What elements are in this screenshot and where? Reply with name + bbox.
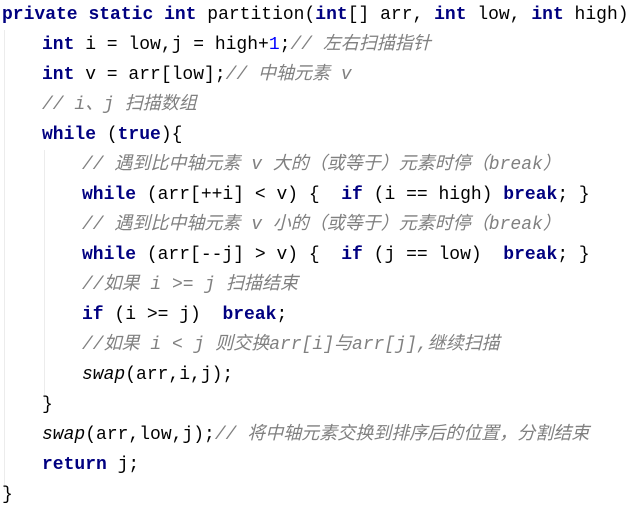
code-editor[interactable]: private static int partition(int[] arr, …: [0, 0, 627, 505]
keyword-token: break: [503, 185, 558, 205]
code-token: (arr,low,j);: [85, 425, 215, 445]
keyword-token: int: [164, 5, 197, 25]
comment-token: // i、j 扫描数组: [42, 95, 197, 115]
keyword-token: return: [42, 455, 107, 475]
code-token: ;: [276, 305, 288, 325]
code-token: (arr[--j] > v) {: [136, 245, 342, 265]
keyword-token: while: [42, 125, 97, 145]
code-token: i = low,j = high+: [74, 35, 269, 55]
keyword-token: int: [315, 5, 348, 25]
keyword-token: int: [434, 5, 467, 25]
method-call-token: swap: [42, 425, 86, 445]
comment-token: // 左右扫描指针: [290, 35, 431, 55]
indent-guide: [44, 150, 45, 400]
code-line[interactable]: //如果 i < j 则交换arr[i]与arr[j],继续扫描: [82, 330, 500, 360]
code-token: ){: [160, 125, 183, 145]
code-token: (i == high): [362, 185, 504, 205]
code-token: ; }: [557, 245, 590, 265]
code-token: high) {: [574, 5, 627, 25]
code-line[interactable]: // 遇到比中轴元素 v 大的（或等于）元素时停（break）: [82, 150, 561, 180]
code-line[interactable]: while (arr[++i] < v) { if (i == high) br…: [82, 180, 590, 210]
code-line[interactable]: while (true){: [42, 120, 182, 150]
code-token: [] arr,: [347, 5, 435, 25]
code-token: ;: [279, 35, 291, 55]
keyword-token: if: [82, 305, 104, 325]
keyword-token: int: [42, 35, 75, 55]
comment-token: //如果 i >= j 扫描结束: [82, 275, 299, 295]
comment-token: // 将中轴元素交换到排序后的位置，分割结束: [214, 425, 590, 445]
keyword-token: static: [88, 5, 154, 25]
comment-token: // 遇到比中轴元素 v 小的（或等于）元素时停（break）: [82, 215, 561, 235]
code-line[interactable]: // 遇到比中轴元素 v 小的（或等于）元素时停（break）: [82, 210, 561, 240]
code-line[interactable]: //如果 i >= j 扫描结束: [82, 270, 298, 300]
method-call-token: swap: [82, 365, 126, 385]
code-token: (: [96, 125, 118, 145]
code-token: (arr,i,j);: [125, 365, 234, 385]
code-token: (arr[++i] < v) {: [136, 185, 342, 205]
keyword-token: break: [222, 305, 277, 325]
keyword-token: while: [82, 185, 137, 205]
code-line[interactable]: // i、j 扫描数组: [42, 90, 197, 120]
code-line[interactable]: swap(arr,i,j);: [82, 360, 233, 390]
code-line[interactable]: }: [42, 390, 53, 420]
keyword-token: if: [341, 185, 363, 205]
keyword-token: while: [82, 245, 137, 265]
keyword-token: if: [341, 245, 363, 265]
code-token: (j == low): [362, 245, 504, 265]
code-token: (i >= j): [103, 305, 223, 325]
code-line[interactable]: swap(arr,low,j);// 将中轴元素交换到排序后的位置，分割结束: [42, 420, 589, 450]
keyword-token: true: [117, 125, 161, 145]
comment-token: //如果 i < j 则交换arr[i]与arr[j],继续扫描: [82, 335, 500, 355]
code-token: ; }: [557, 185, 590, 205]
code-token: v = arr[low];: [74, 65, 226, 85]
code-token: }: [2, 485, 13, 505]
comment-token: // 遇到比中轴元素 v 大的（或等于）元素时停（break）: [82, 155, 561, 175]
code-line[interactable]: return j;: [42, 450, 139, 480]
keyword-token: int: [42, 65, 75, 85]
code-token: }: [42, 395, 53, 415]
keyword-token: private: [2, 5, 78, 25]
code-line[interactable]: private static int partition(int[] arr, …: [2, 0, 627, 30]
code-line[interactable]: int v = arr[low];// 中轴元素 v: [42, 60, 352, 90]
number-token: 1: [268, 35, 280, 55]
code-line[interactable]: if (i >= j) break;: [82, 300, 287, 330]
code-line[interactable]: }: [2, 480, 13, 510]
code-line[interactable]: while (arr[--j] > v) { if (j == low) bre…: [82, 240, 590, 270]
indent-guide: [4, 30, 5, 490]
code-token: j;: [106, 455, 140, 475]
keyword-token: int: [531, 5, 564, 25]
keyword-token: break: [503, 245, 558, 265]
code-token: low,: [466, 5, 532, 25]
comment-token: // 中轴元素 v: [225, 65, 352, 85]
code-line[interactable]: int i = low,j = high+1;// 左右扫描指针: [42, 30, 431, 60]
code-token: partition(: [196, 5, 316, 25]
